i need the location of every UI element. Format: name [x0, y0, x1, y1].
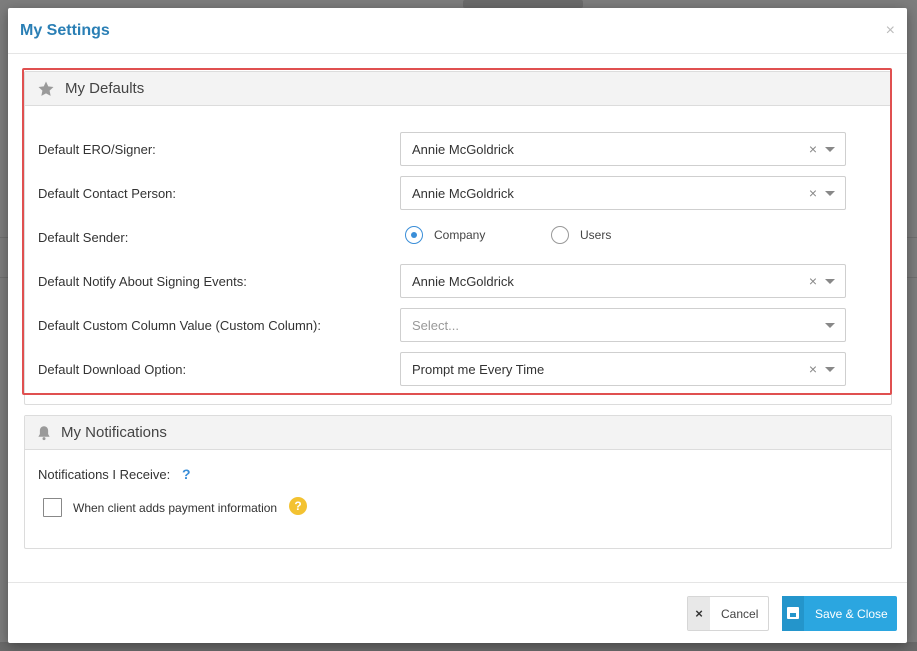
cancel-button-label: Cancel: [721, 607, 759, 621]
modal-title: My Settings: [20, 22, 110, 39]
my-defaults-title: My Defaults: [65, 80, 145, 97]
save-close-button[interactable]: Save & Close: [782, 596, 897, 631]
close-icon: ×: [688, 597, 710, 630]
download-option-select[interactable]: Prompt me Every Time ×: [400, 352, 846, 386]
background-title-bar: [463, 0, 583, 8]
payment-info-label: When client adds payment information: [73, 501, 278, 515]
modal-footer: × Cancel Save & Close: [8, 582, 907, 643]
question-icon[interactable]: ?: [182, 466, 191, 482]
chevron-down-icon[interactable]: [825, 191, 835, 196]
sender-users-label: Users: [580, 228, 612, 242]
clear-icon[interactable]: ×: [809, 141, 817, 157]
cancel-button[interactable]: × Cancel: [687, 596, 769, 631]
contact-person-select[interactable]: Annie McGoldrick ×: [400, 176, 846, 210]
floppy-disk-icon: [787, 607, 799, 619]
save-close-button-label: Save & Close: [815, 607, 888, 621]
download-option-value: Prompt me Every Time: [412, 362, 545, 377]
notifications-receive-label: Notifications I Receive:: [38, 467, 171, 482]
star-icon: [38, 81, 54, 96]
custom-column-select[interactable]: Select...: [400, 308, 846, 342]
clear-icon[interactable]: ×: [809, 185, 817, 201]
bell-icon: [38, 426, 50, 441]
my-defaults-header: My Defaults: [25, 72, 891, 106]
notify-signing-select[interactable]: Annie McGoldrick ×: [400, 264, 846, 298]
sender-radio-users[interactable]: Users: [551, 226, 611, 244]
clear-icon[interactable]: ×: [809, 273, 817, 289]
chevron-down-icon[interactable]: [825, 147, 835, 152]
my-notifications-title: My Notifications: [61, 424, 167, 441]
ero-signer-value: Annie McGoldrick: [412, 142, 514, 157]
chevron-down-icon[interactable]: [825, 367, 835, 372]
save-icon-box: [782, 596, 804, 631]
custom-column-placeholder: Select...: [412, 318, 459, 333]
clear-icon[interactable]: ×: [809, 361, 817, 377]
radio-button-users[interactable]: [551, 226, 569, 244]
contact-person-label: Default Contact Person:: [38, 186, 177, 201]
payment-info-checkbox[interactable]: [43, 498, 62, 517]
sender-label: Default Sender:: [38, 230, 129, 245]
ero-signer-label: Default ERO/Signer:: [38, 142, 156, 157]
sender-company-label: Company: [434, 228, 486, 242]
my-notifications-panel: My Notifications Notifications I Receive…: [24, 415, 892, 549]
notify-signing-value: Annie McGoldrick: [412, 274, 514, 289]
download-option-label: Default Download Option:: [38, 362, 187, 377]
sender-radio-company[interactable]: Company: [405, 226, 485, 244]
ero-signer-select[interactable]: Annie McGoldrick ×: [400, 132, 846, 166]
radio-button-company[interactable]: [405, 226, 423, 244]
my-notifications-header: My Notifications: [25, 416, 891, 450]
custom-column-label: Default Custom Column Value (Custom Colu…: [38, 318, 321, 333]
contact-person-value: Annie McGoldrick: [412, 186, 514, 201]
info-question-icon[interactable]: ?: [289, 497, 307, 515]
notify-signing-label: Default Notify About Signing Events:: [38, 274, 247, 289]
modal-header: My Settings ×: [8, 8, 907, 54]
my-settings-modal: My Settings × My Defaults Default ERO/Si…: [8, 8, 907, 643]
background-table-row: [0, 642, 917, 651]
chevron-down-icon[interactable]: [825, 279, 835, 284]
chevron-down-icon[interactable]: [825, 323, 835, 328]
my-defaults-panel: My Defaults Default ERO/Signer: Annie Mc…: [24, 71, 892, 405]
close-icon[interactable]: ×: [886, 22, 895, 40]
